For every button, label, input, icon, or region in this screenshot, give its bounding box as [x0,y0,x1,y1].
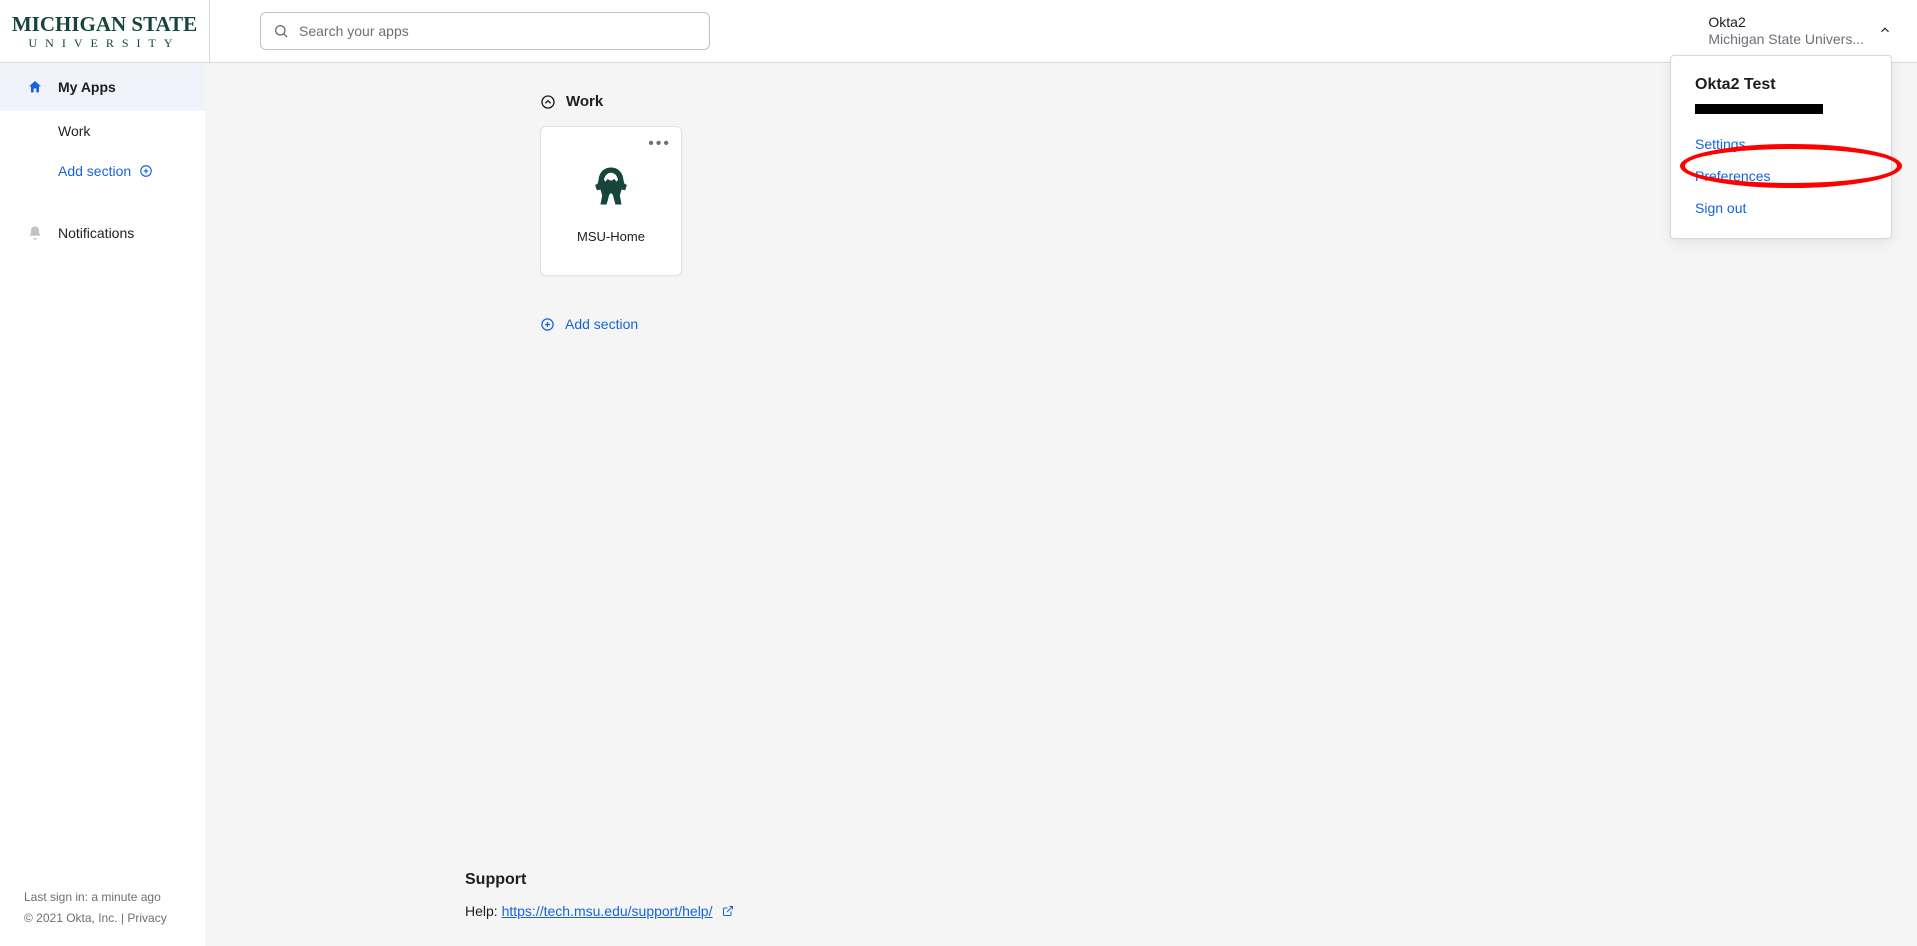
sidebar-item-notifications[interactable]: Notifications [0,209,205,257]
app-card-label: MSU-Home [577,229,645,244]
header-bar: MICHIGAN STATE UNIVERSITY Okta2 Michigan… [0,0,1917,63]
app-card-msu-home[interactable]: ••• MSU-Home [540,126,682,276]
support-heading: Support [465,871,734,889]
home-icon [26,79,44,95]
sidebar-item-work[interactable]: Work [0,111,205,151]
sidebar-footer: Last sign in: a minute ago © 2021 Okta, … [0,887,205,946]
last-signin-text: Last sign in: a minute ago [24,887,205,907]
chevron-circle-up-icon [540,94,556,110]
external-link-icon [722,904,734,920]
bell-icon [26,225,44,241]
search-input[interactable] [299,23,697,39]
dropdown-title: Okta2 Test [1695,76,1867,94]
user-line1: Okta2 [1708,14,1864,32]
sidebar-item-my-apps[interactable]: My Apps [0,63,205,111]
copyright-text: © 2021 Okta, Inc. [24,911,118,925]
brand-logo[interactable]: MICHIGAN STATE UNIVERSITY [0,0,210,62]
support-link[interactable]: https://tech.msu.edu/support/help/ [502,903,713,919]
user-dropdown: Okta2 Test Settings Preferences Sign out [1670,55,1892,239]
chevron-up-icon [1878,23,1892,40]
sidebar-nav: My Apps Work Add section Notifications [0,63,205,257]
logo-line2: UNIVERSITY [12,37,197,49]
user-line2: Michigan State Univers... [1708,31,1864,49]
sidebar: My Apps Work Add section Notifications L… [0,63,205,946]
plus-circle-icon [540,317,555,332]
dropdown-preferences-link[interactable]: Preferences [1695,168,1867,184]
section-title: Work [566,93,603,110]
support-footer: Support Help: https://tech.msu.edu/suppo… [465,871,734,920]
dropdown-settings-link[interactable]: Settings [1695,136,1867,152]
footer-sep: | [118,911,128,925]
support-label: Help: [465,903,502,919]
dropdown-signout-link[interactable]: Sign out [1695,200,1867,216]
user-menu-toggle[interactable]: Okta2 Michigan State Univers... [1708,14,1892,49]
search-box[interactable] [260,12,710,50]
main-area: Work ••• MSU-Home Add section Support [205,63,1917,946]
sidebar-item-label: My Apps [58,79,116,95]
sidebar-item-label: Add section [58,163,131,179]
search-icon [273,23,289,39]
main-columns: My Apps Work Add section Notifications L… [0,63,1917,946]
app-card-more-icon[interactable]: ••• [648,135,671,153]
sidebar-item-label: Notifications [58,225,134,241]
logo-line1: MICHIGAN STATE [12,14,197,35]
dropdown-redacted-email [1695,104,1823,114]
privacy-link[interactable]: Privacy [127,911,166,925]
add-section-button[interactable]: Add section [205,316,1917,332]
section-work: Work ••• MSU-Home [205,63,1917,276]
add-section-label: Add section [565,316,638,332]
spartan-helmet-icon [589,164,633,211]
plus-circle-icon [139,164,153,178]
sidebar-item-label: Work [58,123,90,139]
sidebar-add-section[interactable]: Add section [0,151,205,191]
